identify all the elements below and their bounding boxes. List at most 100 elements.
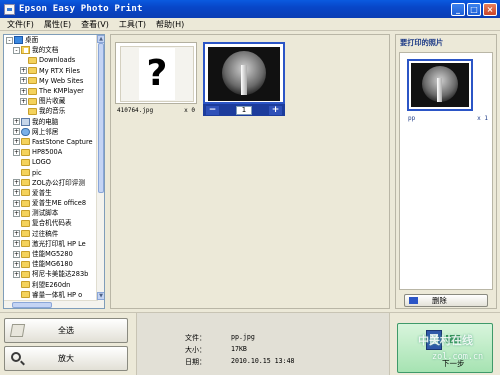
menu-help[interactable]: 帮助(H) (151, 19, 189, 30)
menu-bar: 文件(F) 属性(E) 查看(V) 工具(T) 帮助(H) (0, 18, 500, 31)
tree-item[interactable]: 复合机代码表 (4, 218, 98, 228)
watermark-logo: 中关村在线 (418, 334, 473, 347)
close-button[interactable]: × (483, 2, 497, 16)
menu-properties[interactable]: 属性(E) (39, 19, 76, 30)
folder-tree[interactable]: - 桌面 - 我的文档 Downloads + My RTX Files + My Web Si… (3, 34, 105, 309)
select-all-icon (9, 324, 26, 337)
folder-icon (21, 189, 30, 197)
expand-icon[interactable]: + (13, 260, 20, 268)
tree-item[interactable]: + 我的电脑 (4, 117, 98, 127)
expand-icon[interactable]: + (13, 230, 20, 238)
back-arrow-icon (409, 297, 418, 304)
tree-item-label: 激光打印机 HP Le (32, 239, 86, 248)
tree-item[interactable]: - 桌面 (4, 35, 98, 45)
expand-icon[interactable]: + (13, 179, 20, 187)
print-item-name: pp (408, 115, 416, 122)
folder-icon (28, 77, 37, 85)
folder-icon (21, 179, 30, 187)
folder-icon (28, 97, 37, 105)
folder-icon (21, 169, 30, 177)
expand-icon[interactable]: + (20, 87, 27, 95)
folder-icon (21, 250, 30, 258)
tree-hscroll-thumb[interactable] (12, 302, 52, 308)
folder-icon (21, 158, 30, 166)
thumbnail-card-selected[interactable]: − 1 + (203, 42, 285, 116)
tree-item[interactable]: + 佳能MG5280 (4, 249, 98, 259)
tree-item[interactable]: + 图片收藏 (4, 96, 98, 106)
tree-item[interactable]: pic (4, 167, 98, 177)
print-item-thumbnail[interactable] (407, 59, 473, 111)
tree-item-label: 我的电脑 (32, 117, 59, 126)
collapse-icon[interactable]: - (13, 46, 20, 54)
tree-item[interactable]: LOGO (4, 157, 98, 167)
tree-item[interactable]: + 激光打印机 HP Le (4, 239, 98, 249)
expand-icon[interactable]: + (13, 270, 20, 278)
print-list[interactable] (399, 52, 493, 290)
thumbnail-card-unknown[interactable]: ? 410764.jpg x 0 (115, 42, 197, 116)
tree-item[interactable]: + My Web Sites (4, 76, 98, 86)
tree-vertical-scrollbar[interactable]: ▲ ▼ (96, 35, 104, 308)
menu-tools[interactable]: 工具(T) (114, 19, 151, 30)
tree-item[interactable]: + ZOL办公打印评测 (4, 178, 98, 188)
print-item-count: x 1 (477, 115, 488, 122)
zoom-button[interactable]: 放大 (4, 346, 128, 371)
tree-item[interactable]: Downloads (4, 55, 98, 65)
tree-scroll-thumb[interactable] (98, 43, 104, 193)
tree-item[interactable]: + 测试脚本 (4, 208, 98, 218)
tree-item-label: 测试脚本 (32, 209, 59, 218)
tree-item[interactable]: + 过往稿件 (4, 229, 98, 239)
expand-icon[interactable]: + (13, 250, 20, 258)
folder-icon (21, 199, 30, 207)
tree-item-label: pic (32, 168, 42, 177)
tree-item-label: 桌面 (25, 36, 39, 45)
tree-item[interactable]: + 柯尼卡美能达283b (4, 269, 98, 279)
tree-item[interactable]: + 爱普生 (4, 188, 98, 198)
tree-item[interactable]: + The KMPlayer (4, 86, 98, 96)
increment-button[interactable]: + (269, 105, 282, 115)
tree-item[interactable]: 睿量一体机 HP o (4, 290, 98, 300)
expand-icon[interactable]: + (13, 189, 20, 197)
tree-horizontal-scrollbar[interactable] (4, 300, 98, 308)
delete-button[interactable]: 删除 (404, 294, 488, 307)
expand-icon[interactable]: + (13, 138, 20, 146)
collapse-icon[interactable]: - (6, 36, 13, 44)
next-button[interactable]: 下一步 (397, 323, 493, 373)
folder-icon (28, 67, 37, 75)
tree-item[interactable]: + 网上邻居 (4, 127, 98, 137)
minimize-button[interactable]: _ (451, 2, 465, 16)
menu-file[interactable]: 文件(F) (2, 19, 39, 30)
expand-icon[interactable]: + (13, 240, 20, 248)
tree-item[interactable]: + FastStone Capture (4, 137, 98, 147)
menu-view[interactable]: 查看(V) (76, 19, 114, 30)
tree-item-label: HP8500A (32, 148, 63, 157)
decrement-button[interactable]: − (206, 105, 219, 115)
tree-item[interactable]: 我的音乐 (4, 106, 98, 116)
tree-item[interactable]: + HP8500A (4, 147, 98, 157)
expand-icon[interactable]: + (20, 97, 27, 105)
tree-item-label: 佳能MG5280 (32, 250, 73, 259)
expand-icon[interactable]: + (20, 77, 27, 85)
expand-icon[interactable]: + (13, 118, 20, 126)
scroll-down-arrow-icon[interactable]: ▼ (97, 292, 104, 300)
tree-item[interactable]: + 爱普生ME office8 (4, 198, 98, 208)
tree-item[interactable]: 利盟E260dn (4, 280, 98, 290)
tree-item-label: 爱普生 (32, 188, 52, 197)
scroll-up-arrow-icon[interactable]: ▲ (97, 35, 104, 43)
expand-icon[interactable]: + (13, 128, 20, 136)
print-panel: 要打印的照片 pp x 1 删除 (395, 34, 497, 309)
expand-icon[interactable]: + (13, 148, 20, 156)
maximize-button[interactable]: □ (467, 2, 481, 16)
app-icon (4, 3, 15, 15)
expand-icon[interactable]: + (20, 67, 27, 75)
tree-item[interactable]: + My RTX Files (4, 66, 98, 76)
tree-item[interactable]: + 佳能MG6180 (4, 259, 98, 269)
tree-item-label: 利盟E260dn (32, 280, 71, 289)
expand-icon[interactable]: + (13, 209, 20, 217)
tree-item-label: 复合机代码表 (32, 219, 72, 228)
quantity-input[interactable]: 1 (236, 105, 252, 115)
thumbnail-image-box: ? (115, 42, 197, 104)
select-all-button[interactable]: 全选 (4, 318, 128, 343)
tree-item[interactable]: - 我的文档 (4, 45, 98, 55)
expand-icon[interactable]: + (13, 199, 20, 207)
thumbnail-count: x 0 (184, 107, 195, 114)
